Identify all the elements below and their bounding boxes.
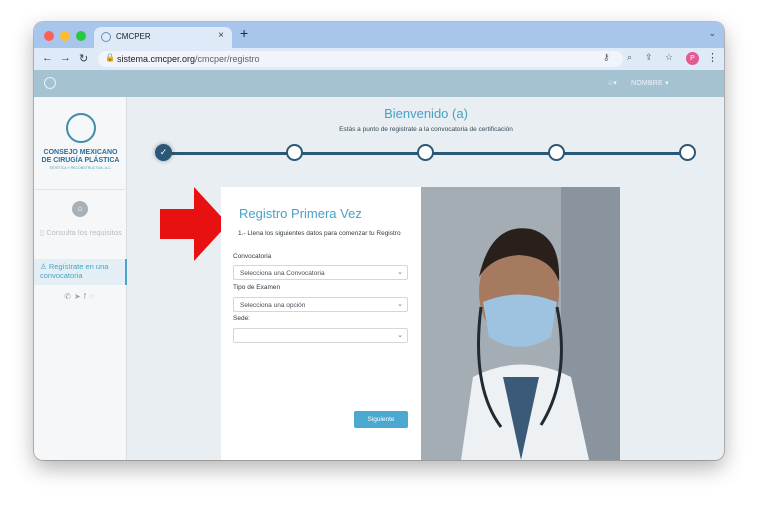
home-icon[interactable]: ⌂ (72, 201, 88, 217)
profile-avatar[interactable]: P (686, 52, 699, 65)
tipo-examen-label: Tipo de Examen (233, 284, 281, 291)
share-icon[interactable]: ⇪ (645, 52, 653, 63)
whatsapp-icon[interactable]: ◌ (89, 292, 97, 301)
app-header: ♤▾ NOMBRE ▾ (34, 70, 724, 97)
form-subtitle: 1.- Llena los siguientes datos para come… (238, 230, 401, 237)
sede-label: Sede: (233, 315, 250, 322)
browser-window: CMCPER × + ⌄ ← → ↻ 🔒 sistema.cmcper.org/… (34, 22, 724, 460)
forward-icon[interactable]: → (60, 52, 71, 64)
lock-icon: 🔒 (105, 53, 115, 62)
tab-strip: CMCPER × + ⌄ (34, 22, 724, 48)
new-tab-button[interactable]: + (240, 25, 248, 41)
tab-title: CMCPER (116, 32, 151, 41)
doctor-photo (421, 187, 620, 460)
page-title: Bienvenido (a) (384, 106, 468, 121)
app-logo-icon[interactable] (44, 77, 56, 89)
key-icon[interactable]: ⚷ (603, 52, 610, 63)
browser-menu-icon[interactable]: ⋮ (707, 51, 718, 64)
url-path: /cmcper/registro (195, 54, 260, 64)
convocatoria-select[interactable]: Selecciona una Convocatoria ⌄ (233, 265, 408, 280)
step-5 (679, 144, 696, 161)
tab-close-icon[interactable]: × (218, 30, 224, 41)
cmcper-logo-icon (66, 113, 96, 143)
reload-icon[interactable]: ↻ (79, 52, 88, 65)
zoom-icon[interactable]: ⌕ (627, 52, 632, 63)
step-4 (548, 144, 565, 161)
social-links: ✆➤f◌ (34, 292, 127, 301)
user-icon: ♙ (40, 262, 49, 271)
red-arrow-icon (160, 187, 228, 261)
tab-search-icon[interactable]: ⌄ (708, 28, 716, 39)
form-title: Registro Primera Vez (239, 206, 362, 221)
sede-select[interactable]: ⌄ (233, 328, 408, 343)
chevron-down-icon: ⌄ (397, 332, 403, 339)
step-2 (286, 144, 303, 161)
user-menu[interactable]: NOMBRE ▾ (631, 79, 669, 87)
sidebar-divider (34, 189, 127, 190)
sidebar: CONSEJO MEXICANO DE CIRUGÍA PLÁSTICA EST… (34, 97, 127, 460)
url-input[interactable]: 🔒 sistema.cmcper.org/cmcper/registro (98, 51, 623, 67)
sidebar-item-registro[interactable]: ♙ Regístrate en una convocatoria (34, 259, 127, 285)
tipo-examen-select[interactable]: Selecciona una opción ⌄ (233, 297, 408, 312)
bookmark-star-icon[interactable]: ☆ (665, 52, 673, 63)
convocatoria-label: Convocatoria (233, 253, 272, 260)
check-icon: ✓ (159, 147, 168, 157)
convocatoria-value: Selecciona una Convocatoria (240, 270, 325, 277)
tab-cmcper[interactable]: CMCPER × (94, 27, 232, 48)
address-bar: ← → ↻ 🔒 sistema.cmcper.org/cmcper/regist… (34, 48, 724, 70)
url-host: sistema.cmcper.org (117, 54, 196, 64)
logo-text-line3: ESTÉTICA Y RECONSTRUCTIVA, A.C. (49, 166, 112, 170)
notification-bell-icon[interactable]: ♤▾ (607, 79, 617, 87)
tipo-examen-value: Selecciona una opción (240, 302, 306, 309)
logo-text-line1: CONSEJO MEXICANO (43, 149, 118, 156)
chevron-down-icon: ⌄ (397, 269, 403, 276)
chevron-down-icon: ⌄ (397, 301, 403, 308)
page-subtitle: Estás a punto de registrate a la convoca… (339, 126, 513, 133)
sidebar-item-requisitos[interactable]: ▯ Consulta los requisitos (40, 228, 124, 237)
site-favicon-icon (101, 32, 111, 42)
doctor-illustration-icon (421, 187, 620, 460)
close-window-button[interactable] (44, 31, 54, 41)
phone-icon[interactable]: ✆ (64, 292, 74, 301)
sidebar-item-label: Consulta los requisitos (46, 228, 122, 237)
logo-text-line2: DE CIRUGÍA PLÁSTICA (41, 157, 120, 164)
sidebar-item-label: Regístrate en una convocatoria (40, 262, 109, 280)
telegram-icon[interactable]: ➤ (74, 292, 84, 301)
registration-card: Registro Primera Vez 1.- Llena los sigui… (221, 187, 421, 460)
step-1-done: ✓ (155, 144, 172, 161)
zoom-window-button[interactable] (76, 31, 86, 41)
back-icon[interactable]: ← (42, 52, 53, 64)
siguiente-button[interactable]: Siguiente (354, 411, 408, 428)
step-3 (417, 144, 434, 161)
minimize-window-button[interactable] (60, 31, 70, 41)
